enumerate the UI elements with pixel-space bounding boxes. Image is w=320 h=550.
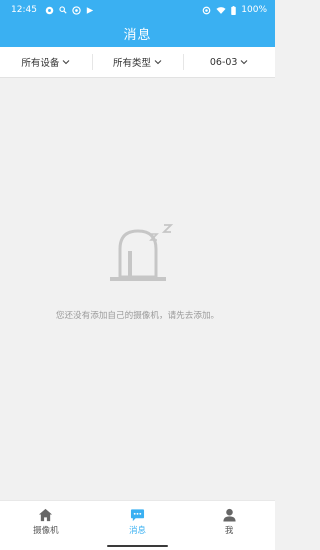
bottom-tab-bar: 摄像机 消息 我: [0, 500, 275, 543]
tab-camera[interactable]: 摄像机: [0, 501, 92, 543]
status-bar: 12:45 100%: [0, 0, 275, 20]
status-time: 12:45: [11, 5, 37, 15]
home-indicator[interactable]: [107, 545, 168, 547]
filter-date-dropdown[interactable]: 06-03: [183, 47, 275, 77]
home-icon: [39, 508, 53, 522]
filter-device-label: 所有设备: [21, 58, 60, 69]
status-right: 100%: [202, 5, 267, 15]
filter-device-dropdown[interactable]: 所有设备: [0, 47, 92, 77]
system-home-bar: [0, 542, 275, 550]
tab-me[interactable]: 我: [183, 501, 275, 543]
sleeping-alarm-icon: [110, 224, 174, 281]
battery-icon: [231, 5, 237, 15]
chevron-down-icon: [62, 60, 70, 65]
empty-state-message: 您还没有添加自己的摄像机，请先去添加。: [55, 311, 220, 321]
at-notification-icon: [72, 5, 81, 15]
empty-state: 您还没有添加自己的摄像机，请先去添加。: [0, 215, 275, 345]
page-title: 消息: [123, 28, 152, 43]
filter-bar: 所有设备 所有类型 06-03: [0, 47, 275, 78]
header-bar: 消息: [0, 20, 275, 47]
sync-app-icon: [45, 6, 54, 14]
vibrate-icon: [202, 6, 211, 14]
chevron-down-icon: [241, 60, 248, 65]
message-icon: [130, 509, 145, 522]
status-left: 12:45: [11, 5, 94, 15]
tab-messages[interactable]: 消息: [92, 501, 184, 543]
filter-type-dropdown[interactable]: 所有类型: [91, 47, 184, 77]
filter-date-label: 06-03: [209, 56, 238, 68]
battery-percentage: 100%: [241, 5, 267, 15]
wifi-icon: [216, 6, 226, 14]
filter-type-label: 所有类型: [113, 58, 152, 69]
search-notification-icon: [59, 6, 67, 14]
play-store-icon: [86, 6, 94, 14]
tab-me-label: 我: [224, 526, 234, 536]
person-icon: [223, 508, 236, 522]
tab-messages-label: 消息: [129, 526, 147, 536]
tab-camera-label: 摄像机: [33, 526, 59, 536]
chevron-down-icon: [154, 60, 162, 65]
